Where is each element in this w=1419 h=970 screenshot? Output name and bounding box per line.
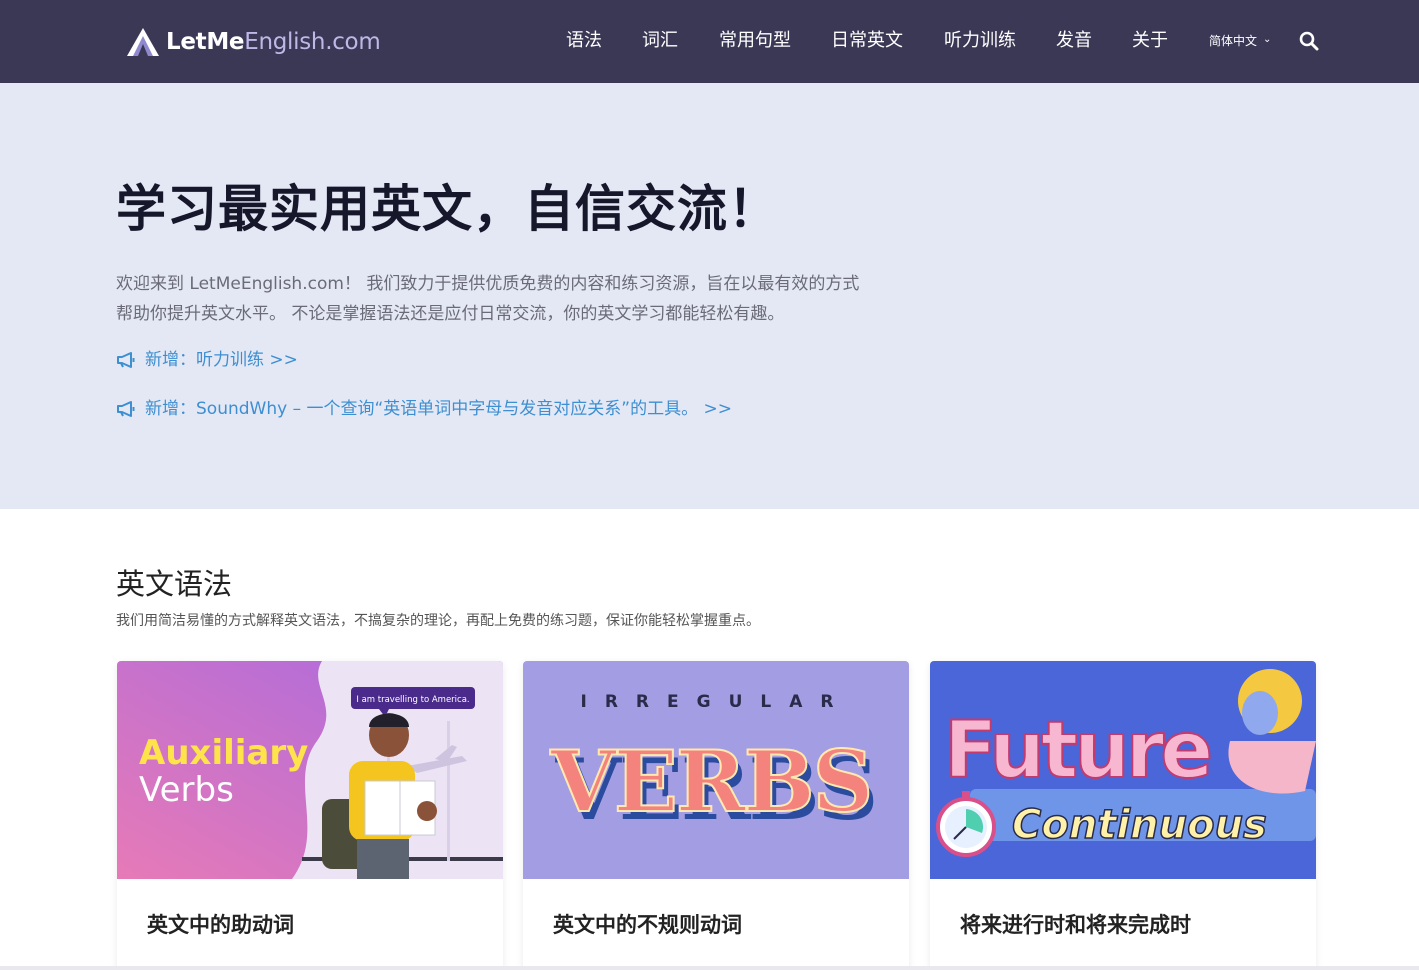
hero-description-line-1: 欢迎来到 LetMeEnglish.com！ 我们致力于提供优质免费的内容和练习… bbox=[116, 274, 860, 294]
nav-item-pronunciation[interactable]: 发音 bbox=[1056, 28, 1092, 54]
speech-bubble-text: I am travelling to America. bbox=[356, 695, 469, 705]
verbs-word: VERBS bbox=[550, 732, 872, 831]
hero-description: 欢迎来到 LetMeEnglish.com！ 我们致力于提供优质免费的内容和练习… bbox=[116, 269, 916, 329]
card-caption: 英文中的助动词 bbox=[147, 913, 294, 937]
continuous-word: Continuous bbox=[1012, 802, 1267, 848]
verbs-word: Verbs bbox=[139, 770, 234, 810]
news-text-soundwhy: 新增：SoundWhy – 一个查询“英语单词中字母与发音对应关系”的工具。 >… bbox=[145, 399, 732, 419]
main-menu: 语法 词汇 常用句型 日常英文 听力训练 发音 关于 bbox=[0, 28, 1419, 54]
irregular-word: IRREGULAR bbox=[581, 692, 852, 712]
section-description: 我们用简洁易懂的方式解释英文语法，不搞复杂的理论，再配上免费的练习题，保证你能轻… bbox=[116, 613, 760, 629]
news-text-listening: 新增：听力训练 >> bbox=[145, 350, 298, 370]
language-selector[interactable]: 简体中文 ⌄ bbox=[1209, 31, 1271, 51]
top-navbar: LetMeEnglish.com 语法 词汇 常用句型 日常英文 听力训练 发音… bbox=[0, 0, 1419, 83]
hero-description-line-2: 帮助你提升英文水平。 不论是掌握语法还是应付日常交流，你的英文学习都能轻松有趣。 bbox=[116, 304, 785, 324]
news-link-listening[interactable]: 新增：听力训练 >> bbox=[116, 347, 298, 373]
section-title: 英文语法 bbox=[116, 567, 233, 601]
chevron-down-icon: ⌄ bbox=[1263, 34, 1272, 45]
nav-item-sentence-patterns[interactable]: 常用句型 bbox=[719, 28, 791, 54]
card-image-auxiliary-verbs: I am travelling to America. Auxiliary Ve… bbox=[117, 661, 503, 879]
card-image-future-continuous: Future Continuous bbox=[930, 661, 1316, 879]
hero-section: 学习最实用英文，自信交流！ 欢迎来到 LetMeEnglish.com！ 我们致… bbox=[0, 83, 1419, 509]
hero-title: 学习最实用英文，自信交流！ bbox=[116, 180, 779, 238]
nav-item-grammar[interactable]: 语法 bbox=[566, 28, 602, 54]
news-link-soundwhy[interactable]: 新增：SoundWhy – 一个查询“英语单词中字母与发音对应关系”的工具。 >… bbox=[116, 396, 732, 422]
bottom-divider bbox=[0, 966, 1419, 970]
future-word: Future bbox=[944, 706, 1210, 796]
card-auxiliary-verbs[interactable]: I am travelling to America. Auxiliary Ve… bbox=[117, 661, 503, 970]
card-caption: 英文中的不规则动词 bbox=[553, 913, 742, 937]
auxiliary-verbs-illustration: I am travelling to America. Auxiliary Ve… bbox=[117, 661, 503, 879]
card-image-irregular-verbs: IRREGULAR VERBS VERBS bbox=[523, 661, 909, 879]
nav-item-vocabulary[interactable]: 词汇 bbox=[642, 28, 678, 54]
card-future-continuous[interactable]: Future Continuous 将来进行时和将来完成时 bbox=[930, 661, 1316, 970]
card-caption: 将来进行时和将来完成时 bbox=[960, 913, 1191, 937]
language-label: 简体中文 bbox=[1209, 34, 1258, 48]
nav-item-daily-english[interactable]: 日常英文 bbox=[831, 28, 903, 54]
search-icon[interactable] bbox=[1299, 31, 1319, 51]
irregular-verbs-illustration: IRREGULAR VERBS VERBS bbox=[523, 661, 909, 879]
megaphone-icon bbox=[117, 352, 135, 368]
nav-item-about[interactable]: 关于 bbox=[1132, 28, 1168, 54]
auxiliary-word: Auxiliary bbox=[139, 733, 308, 773]
nav-item-listening[interactable]: 听力训练 bbox=[944, 28, 1016, 54]
megaphone-icon bbox=[117, 401, 135, 417]
card-irregular-verbs[interactable]: IRREGULAR VERBS VERBS 英文中的不规则动词 bbox=[523, 661, 909, 970]
future-continuous-illustration: Future Continuous bbox=[930, 661, 1316, 879]
